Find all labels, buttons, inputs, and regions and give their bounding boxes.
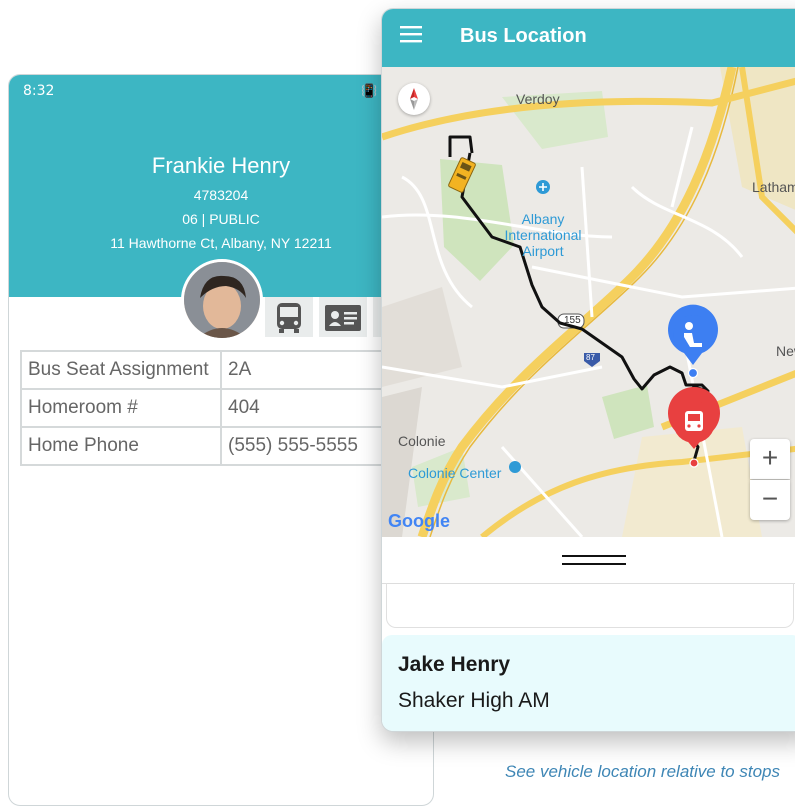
previous-card (386, 583, 794, 628)
menu-icon[interactable] (400, 25, 422, 43)
student-address: 11 Hawthorne Ct, Albany, NY 12211 (110, 235, 332, 251)
table-row: Bus Seat Assignment 2A (20, 350, 420, 390)
compass-icon (410, 88, 418, 110)
table-row: Homeroom # 404 (20, 388, 420, 428)
student-name: Frankie Henry (151, 153, 291, 178)
google-logo: Google (388, 511, 450, 532)
contact-tab[interactable] (319, 297, 368, 337)
student-grade: 06 | PUBLIC (182, 211, 260, 227)
rider-route: Shaker High AM (398, 689, 550, 712)
student-info-table: Bus Seat Assignment 2A Homeroom # 404 Ho… (20, 350, 420, 466)
row-label: Homeroom # (20, 388, 222, 428)
rider-card[interactable]: Jake Henry Shaker High AM (382, 635, 795, 731)
vibrate-icon: 📳 (361, 83, 378, 98)
caption: See vehicle location relative to stops (505, 762, 780, 781)
route-87-shield: 87 (586, 353, 595, 362)
bus-location-screen: Bus Location Verdoy Latham Albany Intern… (381, 8, 795, 732)
map-label-airport: Albany International Airport (504, 211, 582, 259)
bus-icon (277, 303, 301, 333)
map-label-new: New (776, 343, 795, 359)
bus-tab[interactable] (265, 297, 314, 337)
map-label-latham: Latham (752, 179, 795, 195)
avatar (181, 259, 263, 341)
map-label-colonie-center: Colonie Center (408, 465, 502, 481)
map-label-verdoy: Verdoy (516, 91, 560, 107)
student-id: 4783204 (193, 187, 249, 203)
drag-handle[interactable] (562, 553, 626, 567)
student-stop-marker (668, 304, 718, 379)
student-profile-screen: 8:32 📳 Frankie Henry 4783204 06 | PUBLIC… (8, 74, 434, 806)
route-155-shield: 155 (564, 315, 581, 326)
map-label-colonie: Colonie (398, 433, 446, 449)
map-view[interactable]: Verdoy Latham Albany International Airpo… (382, 67, 795, 537)
zoom-out-button[interactable]: − (750, 480, 790, 520)
contact-card-icon (325, 305, 361, 331)
table-row: Home Phone (555) 555-5555 (20, 426, 420, 466)
rider-name: Jake Henry (398, 653, 511, 676)
row-label: Home Phone (20, 426, 222, 466)
status-time: 8:32 (23, 83, 55, 99)
google-logo-text: Google (388, 511, 450, 531)
zoom-in-button[interactable]: + (750, 439, 790, 479)
page-title: Bus Location (460, 25, 587, 47)
app-bar: Bus Location (382, 9, 795, 67)
row-label: Bus Seat Assignment (20, 350, 222, 390)
compass-button[interactable] (398, 83, 430, 115)
avatar-photo (184, 262, 260, 338)
